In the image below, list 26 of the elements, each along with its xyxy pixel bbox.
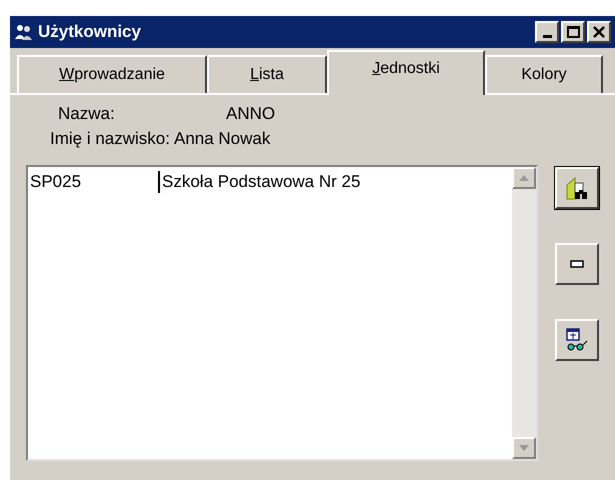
tab[interactable]: Kolory: [485, 55, 603, 93]
field-label: Imię i nazwisko:: [50, 128, 171, 150]
tab[interactable]: Lista: [207, 55, 327, 93]
tab[interactable]: Wprowadzanie: [17, 55, 207, 93]
field-label: Nazwa:: [57, 103, 116, 125]
find-button[interactable]: [555, 167, 599, 209]
field-value: ANNO: [225, 103, 276, 125]
table-cell: Szkoła Podstawowa Nr 25: [158, 171, 360, 193]
view-button[interactable]: [555, 319, 599, 361]
remove-button[interactable]: [555, 243, 599, 285]
minus-icon: [570, 260, 584, 268]
close-icon: [593, 26, 605, 38]
down-arrow-icon: [519, 445, 529, 451]
users-icon: [14, 23, 34, 41]
tab[interactable]: Jednostki: [327, 50, 485, 95]
scroll-up-button[interactable]: [512, 167, 536, 189]
maximize-button[interactable]: [561, 21, 585, 43]
up-arrow-icon: [519, 175, 529, 181]
window-title: Użytkownicy: [38, 21, 141, 44]
close-button[interactable]: [587, 21, 611, 43]
table-cell-text: SP025: [29, 171, 82, 193]
scrollbar[interactable]: [512, 167, 536, 459]
minimize-button[interactable]: [535, 21, 559, 43]
field-value: Anna Nowak: [174, 128, 270, 150]
glasses-icon: [564, 327, 590, 353]
scroll-down-button[interactable]: [512, 437, 536, 459]
